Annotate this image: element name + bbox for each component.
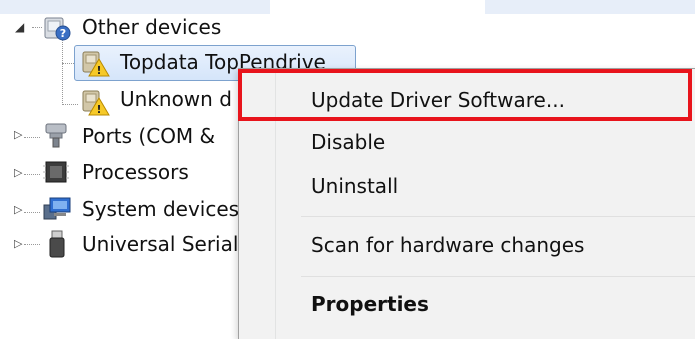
svg-text:!: ! [96,64,101,77]
warning-device-icon: ! [80,49,110,81]
tree-item-label: System devices [82,197,240,221]
tree-item-usb-controllers[interactable]: Universal Serial [82,228,238,260]
usb-icon [46,229,68,263]
tree-item-label: Unknown d [120,87,232,111]
tree-item-system-devices[interactable]: System devices [82,193,239,225]
unknown-device-category-icon: ? [42,14,72,46]
tree-connector [24,244,40,245]
system-device-icon [42,195,72,227]
tree-connector [24,212,40,213]
tree-item-processors[interactable]: Processors [82,156,189,188]
background-band [485,0,695,14]
processor-icon [42,158,70,190]
tree-connector [24,137,40,138]
tree-connector [24,174,40,175]
tree-connector [62,40,63,105]
svg-text:!: ! [96,103,101,116]
expand-arrow-icon[interactable]: ▷ [14,128,22,141]
menu-item-properties[interactable]: Properties [311,288,429,320]
expand-arrow-icon[interactable]: ▷ [14,237,22,250]
tree-connector [62,104,78,105]
tree-item-other-devices[interactable]: Other devices [82,11,221,43]
menu-item-scan-hardware[interactable]: Scan for hardware changes [311,229,584,261]
red-highlight-box [238,69,692,121]
svg-text:?: ? [60,27,66,40]
expand-arrow-icon[interactable]: ▷ [14,166,22,179]
tree-item-label: Ports (COM & [82,124,216,148]
port-icon [42,121,70,153]
collapse-arrow-icon[interactable]: ◢ [15,20,24,34]
device-tree: ◢ ? Other devices ! Topdata TopPendrive … [0,0,356,329]
warning-device-icon: ! [80,88,110,120]
tree-item-ports[interactable]: Ports (COM & [82,120,215,152]
menu-separator [301,216,695,217]
tree-item-label: Universal Serial [82,232,239,256]
tree-item-label: Other devices [82,15,222,39]
menu-item-disable[interactable]: Disable [311,126,385,158]
expand-arrow-icon[interactable]: ▷ [14,203,22,216]
tree-item-unknown-device[interactable]: Unknown d [120,83,232,115]
menu-item-uninstall[interactable]: Uninstall [311,170,398,202]
menu-separator [301,276,695,277]
tree-connector [32,27,42,28]
tree-item-label: Processors [82,160,189,184]
